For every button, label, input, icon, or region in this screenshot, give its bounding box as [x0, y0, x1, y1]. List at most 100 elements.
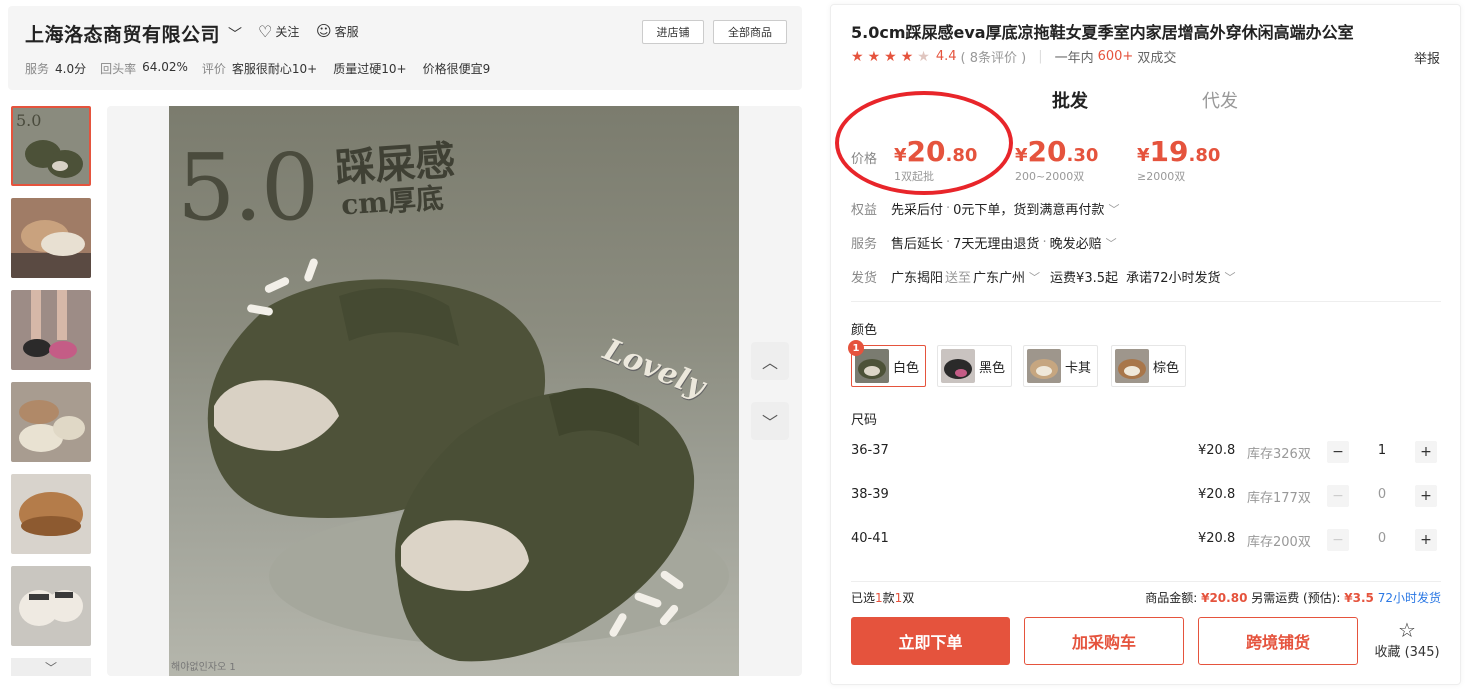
goods-amount: ¥20.80: [1201, 591, 1248, 605]
chevron-down-icon[interactable]: ﹀: [228, 24, 242, 44]
star-icon: ★: [851, 48, 864, 65]
gallery-thumbnail[interactable]: 5.0: [11, 106, 91, 186]
size-row: 38-39 ¥20.8 库存177双 − 0 +: [851, 485, 1441, 507]
chevron-down-icon[interactable]: ﹀: [1225, 269, 1236, 285]
ship-time-link[interactable]: 72小时发货: [1378, 591, 1441, 605]
size-row: 36-37 ¥20.8 库存326双 − 1 +: [851, 441, 1441, 463]
star-icon: ★: [867, 48, 881, 65]
color-option-khaki[interactable]: 卡其: [1023, 345, 1099, 387]
review-tag: 客服很耐心10+: [231, 62, 318, 76]
image-credit: 해야없인자오 1: [171, 662, 236, 673]
color-swatch-image: [941, 349, 975, 383]
decrease-quantity-button[interactable]: −: [1327, 529, 1349, 551]
price-tier: ¥19.80 ≥2000双: [1137, 135, 1221, 183]
star-icon: ★: [900, 48, 914, 65]
product-panel: 5.0cm踩屎感eva厚底凉拖鞋女夏季室内家居增高外穿休闲高端办公室 ★ ★ ★…: [830, 4, 1461, 685]
sales-prefix: 一年内: [1054, 51, 1094, 66]
color-swatch-image: [1027, 349, 1061, 383]
gallery-thumbnail[interactable]: [11, 198, 91, 278]
rating-row: ★ ★ ★ ★ ★ 4.4 ( 8条评价 ) | 一年内 600+ 双成交: [851, 47, 1177, 67]
size-stock: 库存326双: [1247, 447, 1311, 462]
buy-now-button[interactable]: 立即下单: [851, 617, 1010, 665]
service-label: 客服: [334, 24, 359, 39]
highlight-annotation-ring: [835, 91, 1013, 195]
thumbnail-scroll-down-button[interactable]: ﹀: [11, 658, 91, 676]
hero-subheadline: cm厚底: [340, 181, 445, 222]
add-to-cart-button[interactable]: 加采购车: [1024, 617, 1184, 665]
size-price: ¥20.8: [1198, 443, 1236, 458]
metric-value: 64.02%: [142, 60, 188, 74]
size-stock: 库存177双: [1247, 491, 1311, 506]
metric-label: 回头率: [100, 62, 137, 76]
divider: |: [1038, 49, 1043, 64]
star-icon: ★: [917, 48, 930, 65]
customer-service-button[interactable]: ☺ 客服: [316, 22, 359, 40]
sales-suffix: 双成交: [1137, 51, 1177, 66]
increase-quantity-button[interactable]: +: [1415, 529, 1437, 551]
selected-summary: 已选1款1双: [851, 591, 915, 605]
store-name[interactable]: 上海洛态商贸有限公司: [25, 20, 220, 47]
gallery-thumbnail[interactable]: [11, 290, 91, 370]
chevron-down-icon: ﹀: [1108, 202, 1120, 216]
star-icon: ★: [884, 48, 897, 65]
product-photo: [11, 198, 91, 278]
image-next-button[interactable]: ﹀: [751, 402, 789, 440]
store-metrics: 服务 4.0分 回头率 64.02% 评价 客服很耐心10+ 质量过硬10+ 价…: [25, 60, 500, 77]
divider: [851, 581, 1441, 582]
follow-button[interactable]: ♡ 关注: [258, 22, 299, 41]
quantity-value[interactable]: 0: [1367, 487, 1397, 502]
amount-summary: 商品金额: ¥20.80 另需运费 (预估): ¥3.5 72小时发货: [1145, 591, 1441, 605]
follow-label: 关注: [275, 25, 300, 39]
shipping-row: 发货 广东揭阳 送至 广东广州 ﹀ 运费¥3.5起 承诺72小时发货 ﹀: [851, 267, 1236, 287]
color-option-black[interactable]: 黑色: [937, 345, 1013, 387]
color-section-title: 颜色: [851, 323, 878, 338]
price-condition: ≥2000双: [1137, 170, 1186, 183]
tab-wholesale[interactable]: 批发: [1052, 87, 1088, 113]
chevron-down-icon: ﹀: [44, 660, 57, 675]
size-price: ¥20.8: [1198, 531, 1236, 546]
product-photo: [11, 382, 91, 462]
gallery-thumbnail[interactable]: [11, 566, 91, 646]
color-option-white[interactable]: 白色 1: [848, 340, 927, 387]
increase-quantity-button[interactable]: +: [1415, 441, 1437, 463]
benefits-row[interactable]: 权益 先采后付 · 0元下单，货到满意再付款 ﹀: [851, 199, 1119, 218]
favorite-label: 收藏 (345): [1374, 645, 1440, 660]
color-label: 白色: [893, 360, 920, 376]
quantity-value[interactable]: 0: [1367, 531, 1397, 546]
hero-number: 5.0: [177, 134, 319, 241]
sales-count: 600+: [1097, 49, 1134, 64]
main-product-image[interactable]: 5.0 踩屎感 cm厚底 Lovely 해야없인자오 1: [169, 106, 739, 676]
chevron-down-icon: ﹀: [1105, 236, 1117, 250]
size-price: ¥20.8: [1198, 487, 1236, 502]
favorite-button[interactable]: ☆ 收藏 (345): [1371, 619, 1443, 660]
size-label: 40-41: [851, 531, 889, 546]
smiley-icon: ☺: [316, 22, 332, 40]
all-products-button[interactable]: 全部商品: [713, 20, 787, 44]
divider: [851, 301, 1441, 302]
report-link[interactable]: 举报: [1414, 48, 1440, 67]
enter-store-button[interactable]: 进店铺: [642, 20, 704, 44]
decrease-quantity-button[interactable]: −: [1327, 441, 1349, 463]
cross-border-listing-button[interactable]: 跨境铺货: [1198, 617, 1358, 665]
color-label: 卡其: [1065, 360, 1092, 376]
product-photo: [11, 474, 91, 554]
decrease-quantity-button[interactable]: −: [1327, 485, 1349, 507]
increase-quantity-button[interactable]: +: [1415, 485, 1437, 507]
color-option-brown[interactable]: 棕色: [1111, 345, 1187, 387]
image-prev-button[interactable]: ︿: [751, 342, 789, 380]
metric-label: 服务: [25, 62, 50, 76]
color-label: 棕色: [1153, 360, 1180, 376]
size-stock: 库存200双: [1247, 535, 1311, 550]
rating-count[interactable]: ( 8条评价 ): [961, 47, 1027, 66]
price-condition: 200~2000双: [1015, 170, 1085, 183]
quantity-value[interactable]: 1: [1367, 443, 1397, 458]
destination-select[interactable]: 广东广州: [973, 267, 1025, 286]
metric-value: 4.0分: [55, 62, 87, 76]
chevron-down-icon: ﹀: [761, 413, 778, 432]
main-image-area: 5.0 踩屎感 cm厚底 Lovely 해야없인자오 1 ︿ ﹀: [107, 106, 802, 676]
chevron-down-icon[interactable]: ﹀: [1029, 269, 1040, 285]
service-row[interactable]: 服务 售后延长 · 7天无理由退货 · 晚发必赔 ﹀: [851, 233, 1117, 252]
gallery-thumbnail[interactable]: [11, 382, 91, 462]
tab-dropship[interactable]: 代发: [1202, 87, 1238, 113]
gallery-thumbnail[interactable]: [11, 474, 91, 554]
